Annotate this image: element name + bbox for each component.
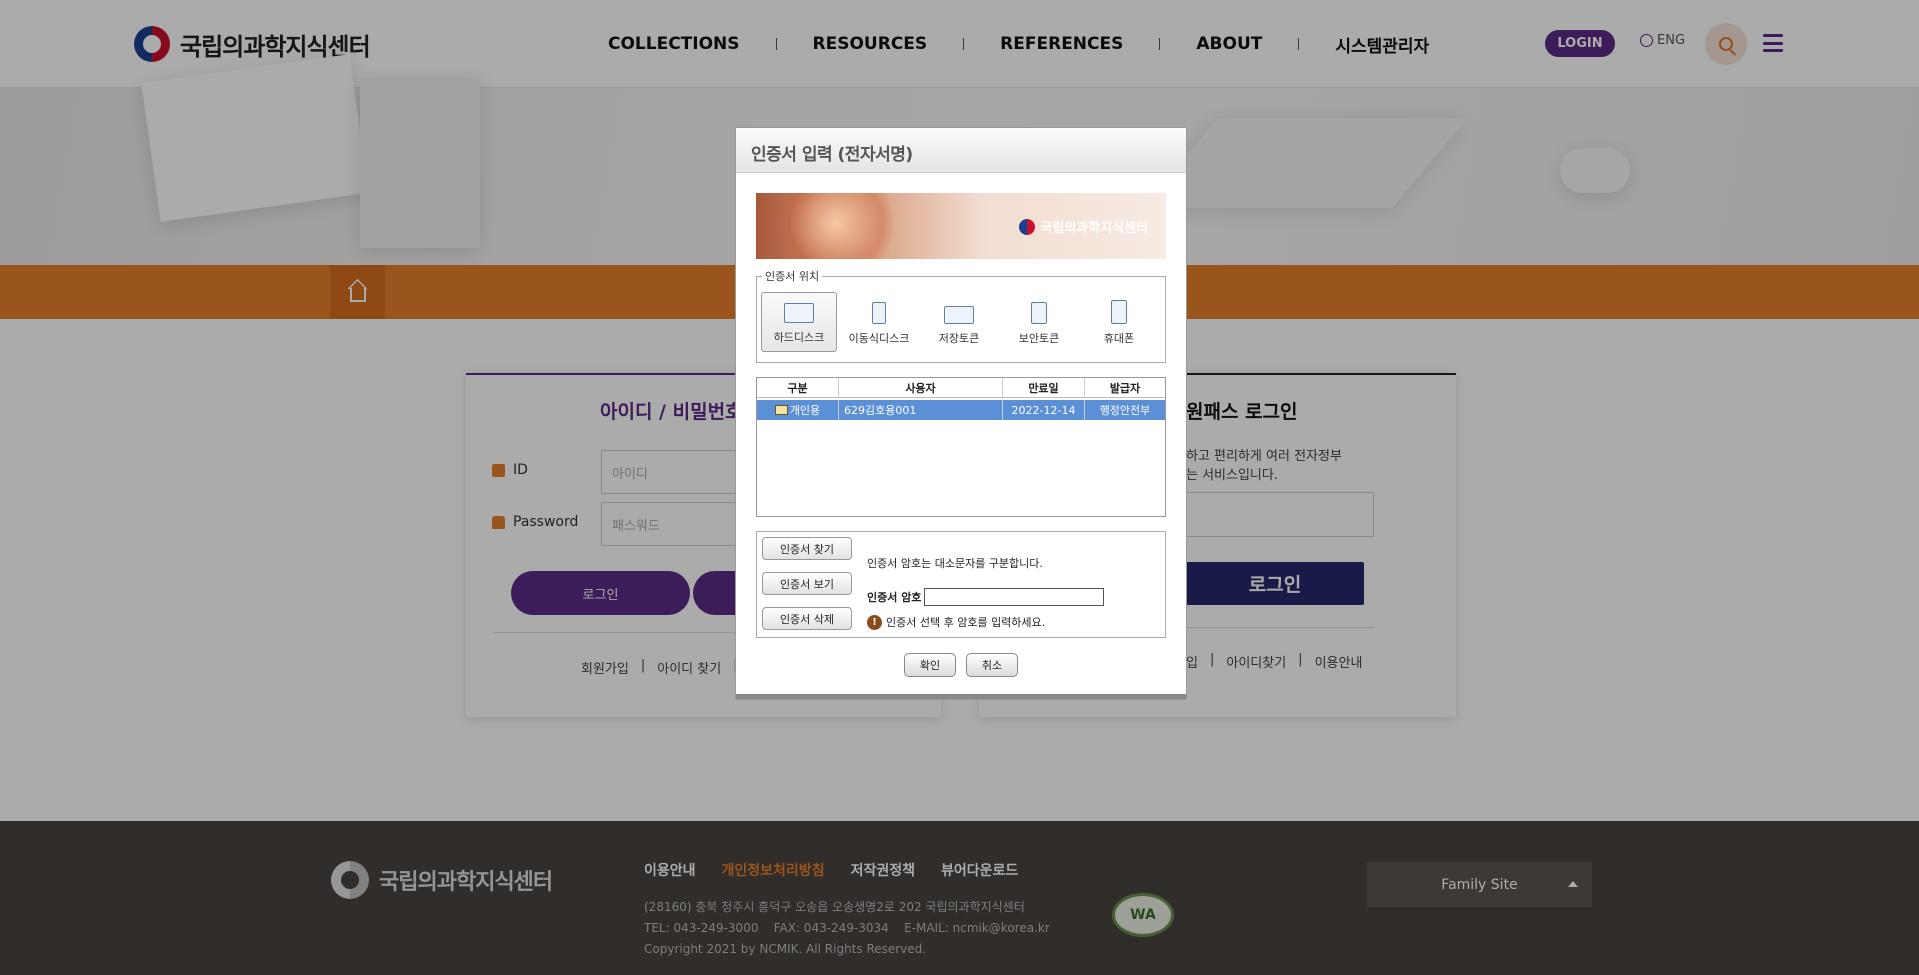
- column-header: 만료일: [1003, 378, 1085, 397]
- banner-logo: 국립의과학지식센터: [1019, 217, 1148, 236]
- secure-token-icon: [1031, 302, 1047, 324]
- warning-icon: !: [867, 614, 882, 630]
- dialog-banner: 국립의과학지식센터: [756, 193, 1166, 259]
- cert-type-cell: 개인용: [757, 400, 839, 420]
- column-header: 사용자: [839, 378, 1003, 397]
- cert-user-cell: 629김호용001: [839, 400, 1003, 420]
- location-phone[interactable]: 휴대폰: [1081, 292, 1157, 352]
- cert-expiry-cell: 2022-12-14: [1003, 400, 1085, 420]
- warning-text: 인증서 선택 후 암호를 입력하세요.: [886, 616, 1046, 629]
- table-header: 구분 사용자 만료일 발급자: [757, 378, 1165, 398]
- confirm-button[interactable]: 확인: [904, 653, 956, 677]
- delete-cert-button[interactable]: 인증서 삭제: [762, 607, 852, 630]
- usb-icon: [872, 302, 886, 324]
- column-header: 발급자: [1109, 381, 1141, 395]
- location-label: 이동식디스크: [848, 332, 910, 345]
- location-label: 하드디스크: [773, 331, 825, 344]
- cert-password-row: 인증서 암호: [867, 588, 1105, 606]
- certificate-icon: [774, 405, 788, 415]
- view-cert-button[interactable]: 인증서 보기: [762, 572, 852, 595]
- cert-password-label: 인증서 암호: [867, 591, 922, 604]
- case-sensitivity-note: 인증서 암호는 대소문자를 구분합니다.: [867, 557, 1043, 570]
- certificate-dialog: 인증서 입력 (전자서명) 국립의과학지식센터 하드디스크 이동식디스크 저장토…: [735, 127, 1187, 700]
- cert-issuer-cell: 행정안전부: [1099, 404, 1151, 417]
- location-label: 보안토큰: [1018, 332, 1060, 345]
- cert-actions-group: 인증서 찾기 인증서 보기 인증서 삭제 인증서 암호는 대소문자를 구분합니다…: [756, 531, 1166, 638]
- location-secure-token[interactable]: 보안토큰: [1001, 292, 1077, 352]
- cert-warning: ! 인증서 선택 후 암호를 입력하세요.: [867, 614, 1045, 630]
- banner-globe-image: [776, 193, 896, 259]
- table-row[interactable]: 개인용 629김호용001 2022-12-14 행정안전부: [757, 400, 1165, 420]
- location-harddisk[interactable]: 하드디스크: [761, 292, 837, 352]
- location-label: 휴대폰: [1103, 332, 1135, 345]
- location-removable-disk[interactable]: 이동식디스크: [841, 292, 917, 352]
- token-icon: [944, 306, 974, 324]
- monitor-icon: [784, 303, 814, 323]
- cert-password-input[interactable]: [924, 588, 1105, 606]
- dialog-bottom-bar: [736, 694, 1186, 699]
- taegeuk-logo-icon: [1019, 218, 1036, 235]
- cancel-button[interactable]: 취소: [966, 653, 1018, 677]
- location-label: 저장토큰: [938, 332, 980, 345]
- find-cert-button[interactable]: 인증서 찾기: [762, 537, 852, 560]
- cert-type-text: 개인용: [789, 404, 821, 417]
- dialog-title: 인증서 입력 (전자서명): [736, 128, 1186, 173]
- location-storage-token[interactable]: 저장토큰: [921, 292, 997, 352]
- cert-location-legend: 인증서 위치: [762, 268, 823, 284]
- column-header: 구분: [757, 378, 839, 397]
- certificate-table: 구분 사용자 만료일 발급자 개인용 629김호용001 2022-12-14 …: [756, 377, 1166, 517]
- phone-icon: [1111, 300, 1127, 324]
- banner-logo-text: 국립의과학지식센터: [1040, 221, 1148, 236]
- cert-location-group: 하드디스크 이동식디스크 저장토큰 보안토큰 휴대폰: [756, 276, 1166, 363]
